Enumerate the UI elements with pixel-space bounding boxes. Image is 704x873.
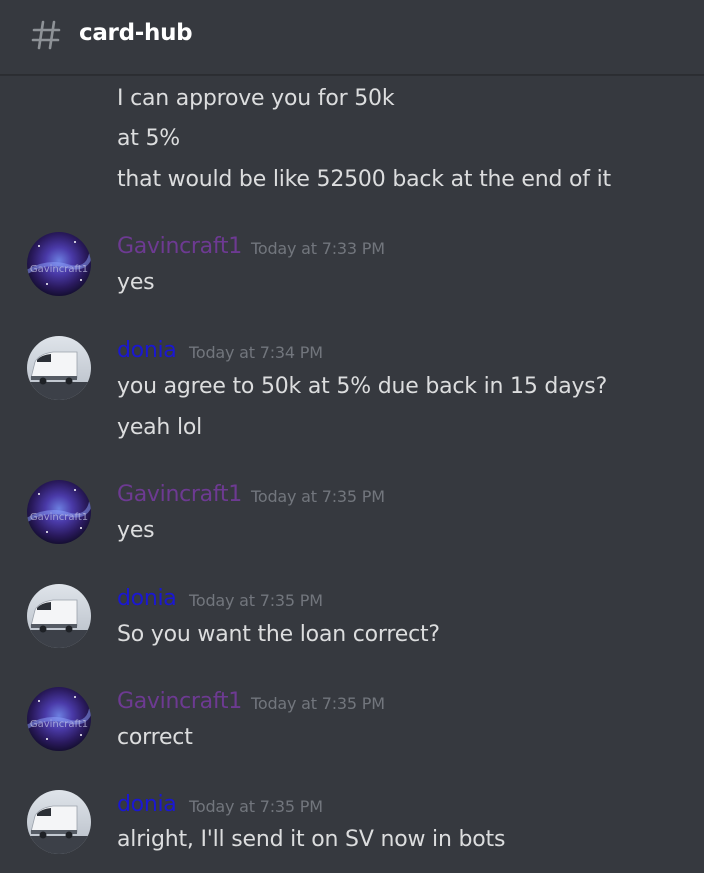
message-line: at 5% [117, 126, 181, 151]
message-line: So you want the loan correct? [117, 622, 440, 647]
avatar-watermark: Gavincraft1 [30, 264, 88, 275]
timestamp: Today at 7:35 PM [189, 591, 323, 610]
username[interactable]: donia [117, 792, 177, 817]
channel-header: card-hub [0, 0, 704, 75]
timestamp: Today at 7:35 PM [251, 694, 385, 713]
message-line: yes [117, 518, 155, 543]
avatar[interactable]: Gavincraft1 [27, 232, 91, 296]
username[interactable]: Gavincraft1 [117, 234, 242, 259]
channel-name[interactable]: card-hub [79, 20, 193, 46]
timestamp: Today at 7:35 PM [189, 797, 323, 816]
avatar[interactable]: Gavincraft1 [27, 480, 91, 544]
message-line: you agree to 50k at 5% due back in 15 da… [117, 374, 608, 399]
avatar-watermark: Gavincraft1 [30, 719, 88, 730]
avatar[interactable]: Gavincraft1 [27, 687, 91, 751]
message-line: alright, I'll send it on SV now in bots [117, 827, 506, 852]
avatar[interactable] [27, 584, 91, 648]
message-line: yes [117, 270, 155, 295]
message-line: correct [117, 725, 193, 750]
avatar-watermark: Gavincraft1 [30, 512, 88, 523]
timestamp: Today at 7:34 PM [189, 343, 323, 362]
timestamp: Today at 7:35 PM [251, 487, 385, 506]
username[interactable]: donia [117, 338, 177, 363]
username[interactable]: Gavincraft1 [117, 482, 242, 507]
hash-icon [30, 18, 62, 52]
avatar[interactable] [27, 336, 91, 400]
username[interactable]: Gavincraft1 [117, 689, 242, 714]
message-line: that would be like 52500 back at the end… [117, 167, 611, 192]
timestamp: Today at 7:33 PM [251, 239, 385, 258]
avatar[interactable] [27, 790, 91, 854]
username[interactable]: donia [117, 586, 177, 611]
message-line: yeah lol [117, 415, 203, 440]
message-line: I can approve you for 50k [117, 86, 395, 111]
